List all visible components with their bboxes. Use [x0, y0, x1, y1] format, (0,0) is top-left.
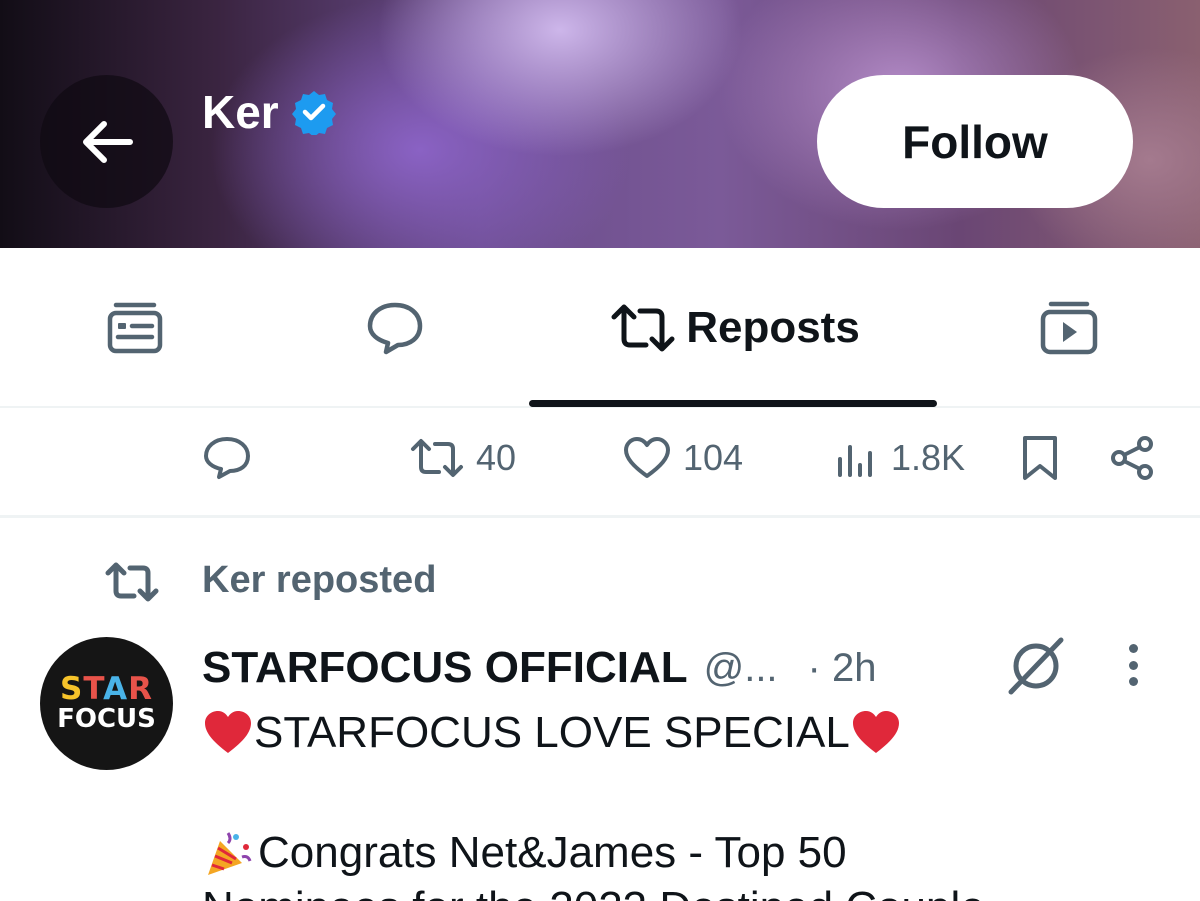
repost-icon — [105, 562, 159, 602]
active-tab-indicator — [529, 400, 937, 407]
back-button[interactable] — [40, 75, 173, 208]
posts-icon — [107, 302, 163, 354]
repost-context-text[interactable]: Ker reposted — [202, 559, 436, 602]
repost-context: Ker reposted — [0, 555, 1200, 615]
repost-button[interactable]: 40 — [410, 408, 516, 508]
share-button[interactable] — [1110, 408, 1156, 508]
tab-reposts[interactable]: Reposts — [540, 248, 930, 408]
post-author-handle[interactable]: @... — [704, 646, 778, 691]
post-text-line-1: STARFOCUS LOVE SPECIAL — [202, 705, 902, 761]
post-timestamp[interactable]: · 2h — [808, 646, 877, 691]
bookmark-icon — [1023, 436, 1057, 480]
red-heart-emoji-icon — [205, 711, 251, 753]
arrow-left-icon — [82, 120, 133, 163]
post-body-text: Congrats Net&James - Top 50 — [258, 828, 847, 877]
red-heart-emoji-icon — [852, 711, 899, 753]
views-count: 1.8K — [891, 437, 966, 478]
views-icon — [838, 445, 872, 477]
post-text-line-2: Congrats Net&James - Top 50 — [202, 825, 847, 881]
tab-media[interactable] — [1004, 248, 1134, 408]
post-text-line-3: Nominees for the 2023 Destined Couple — [202, 880, 985, 901]
profile-header-banner: Ker Follow — [0, 0, 1200, 248]
profile-name-row: Ker — [202, 86, 337, 138]
like-button[interactable]: 104 — [623, 408, 743, 508]
reply-icon — [204, 437, 250, 479]
post-body-text-continued: Nominees for the 2023 Destined Couple — [202, 880, 985, 901]
profile-name: Ker — [202, 86, 279, 138]
profile-tabs: Reposts — [0, 248, 1200, 408]
media-play-icon — [1040, 301, 1098, 355]
post-title-text: STARFOCUS LOVE SPECIAL — [254, 708, 850, 757]
party-popper-emoji-icon — [208, 832, 252, 875]
follow-button[interactable]: Follow — [817, 75, 1133, 208]
bookmark-button[interactable] — [1020, 408, 1060, 508]
repost-icon — [411, 439, 463, 477]
heart-icon — [624, 437, 670, 478]
speech-bubble-icon — [367, 302, 423, 355]
like-count: 104 — [683, 437, 744, 478]
tab-reposts-label: Reposts — [686, 303, 860, 352]
repost-icon — [611, 304, 675, 352]
share-icon — [1111, 436, 1153, 480]
views-button[interactable]: 1.8K — [835, 408, 965, 508]
post-header: STARFOCUS OFFICIAL @... · 2h — [202, 640, 876, 696]
reply-button[interactable] — [203, 408, 251, 508]
avatar[interactable]: STAR FOCUS — [40, 637, 173, 770]
post-action-bar: 40 104 1.8K — [0, 408, 1200, 518]
post-author-name[interactable]: STARFOCUS OFFICIAL — [202, 643, 688, 693]
tab-replies[interactable] — [330, 248, 460, 408]
repost-count: 40 — [476, 437, 517, 478]
grok-icon[interactable] — [1005, 636, 1067, 696]
avatar-logo-star: STAR — [60, 670, 153, 707]
tab-posts[interactable] — [70, 248, 200, 408]
verified-badge-icon — [291, 91, 336, 135]
avatar-logo-focus: FOCUS — [57, 703, 156, 734]
more-options-icon[interactable] — [1112, 640, 1154, 690]
